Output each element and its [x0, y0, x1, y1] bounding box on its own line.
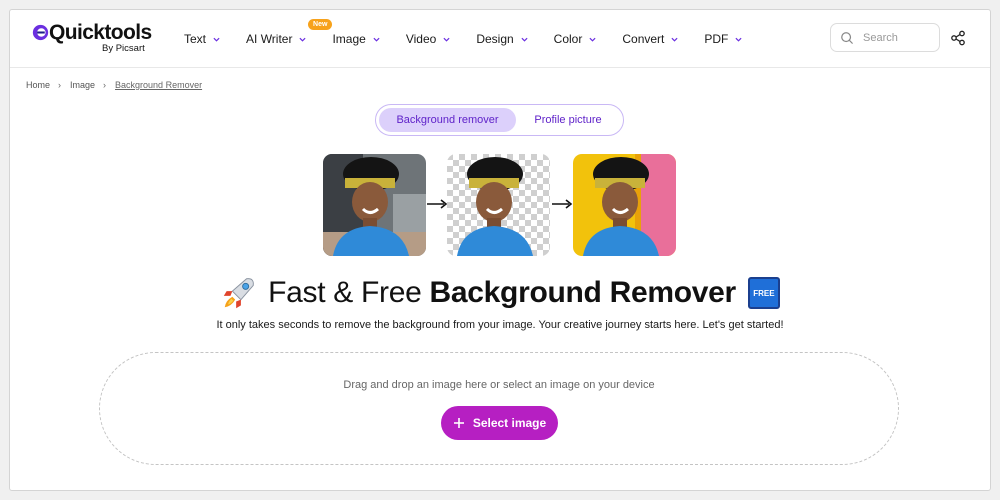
chevron-down-icon [589, 37, 596, 42]
brand-name: Quicktools [49, 21, 152, 44]
page-frame: Quicktools By Picsart Text AI Writer New… [9, 9, 991, 491]
nav-item-label: PDF [704, 32, 729, 46]
search-input[interactable] [863, 31, 933, 44]
sample-cutout-image [447, 154, 550, 256]
rocket-icon [223, 278, 254, 309]
nav-item-label: Design [476, 32, 514, 46]
free-badge-icon: FREE [747, 277, 780, 309]
chevron-down-icon [373, 37, 380, 42]
breadcrumb: Home › Image › Background Remover [26, 80, 202, 90]
main-nav: Text AI Writer New Image Video Design Co… [184, 10, 742, 68]
nav-item-image[interactable]: Image [332, 32, 380, 46]
portrait-original-icon [323, 154, 426, 256]
chevron-down-icon [443, 37, 450, 42]
tab-profile-picture[interactable]: Profile picture [516, 108, 620, 132]
search-icon [841, 31, 853, 44]
nav-item-label: Text [184, 32, 207, 46]
sample-original-image [323, 154, 426, 256]
nav-item-label: Video [405, 32, 437, 46]
arrow-right-icon [427, 199, 448, 209]
new-badge: New [308, 19, 333, 30]
nav-item-pdf[interactable]: PDF [704, 32, 742, 46]
chevron-down-icon [521, 37, 528, 42]
chevron-right-icon: › [103, 80, 107, 90]
dropzone-hint: Drag and drop an image here or select an… [343, 379, 655, 391]
nav-item-label: Image [332, 32, 366, 46]
nav-item-label: Convert [622, 32, 665, 46]
nav-item-color[interactable]: Color [554, 32, 597, 46]
mode-tabs: Background remover Profile picture [375, 104, 624, 136]
chevron-down-icon [213, 37, 220, 42]
chevron-down-icon [671, 37, 678, 42]
logo[interactable]: Quicktools By Picsart [32, 21, 162, 56]
chevron-down-icon [299, 37, 307, 42]
sample-images [323, 154, 676, 256]
sample-new-background-image [573, 154, 676, 256]
brand-sub: By Picsart [102, 43, 145, 54]
select-image-label: Select image [472, 416, 547, 430]
nav-item-design[interactable]: Design [476, 32, 528, 46]
chevron-down-icon [735, 37, 742, 42]
tab-background-remover[interactable]: Background remover [379, 108, 516, 132]
portrait-cutout-icon [447, 154, 550, 256]
nav-item-label: AI Writer [246, 32, 293, 46]
chevron-right-icon: › [58, 80, 62, 90]
breadcrumb-home[interactable]: Home [26, 80, 50, 90]
plus-icon [453, 418, 464, 428]
title-bold: Background Remover [429, 276, 737, 309]
page-subtitle: It only takes seconds to remove the back… [216, 319, 784, 331]
title-light: Fast & Free [268, 276, 422, 309]
select-image-button[interactable]: Select image [441, 406, 558, 440]
arrow-right-icon [552, 199, 573, 209]
nav-item-label: Color [553, 32, 583, 46]
search-box[interactable] [830, 23, 940, 52]
nav-item-text[interactable]: Text [184, 32, 220, 46]
share-icon[interactable] [950, 30, 966, 46]
top-navbar: Quicktools By Picsart Text AI Writer New… [10, 10, 990, 68]
breadcrumb-current[interactable]: Background Remover [115, 80, 202, 90]
breadcrumb-image[interactable]: Image [70, 80, 95, 90]
nav-item-convert[interactable]: Convert [622, 32, 678, 46]
nav-item-ai-writer[interactable]: AI Writer New [246, 19, 333, 46]
nav-item-video[interactable]: Video [406, 32, 450, 46]
page-title: Fast & Free Background Remover FREE [10, 274, 990, 312]
image-dropzone[interactable]: Drag and drop an image here or select an… [99, 352, 899, 465]
logo-mark-icon [32, 24, 49, 41]
portrait-new-background-icon [573, 154, 676, 256]
